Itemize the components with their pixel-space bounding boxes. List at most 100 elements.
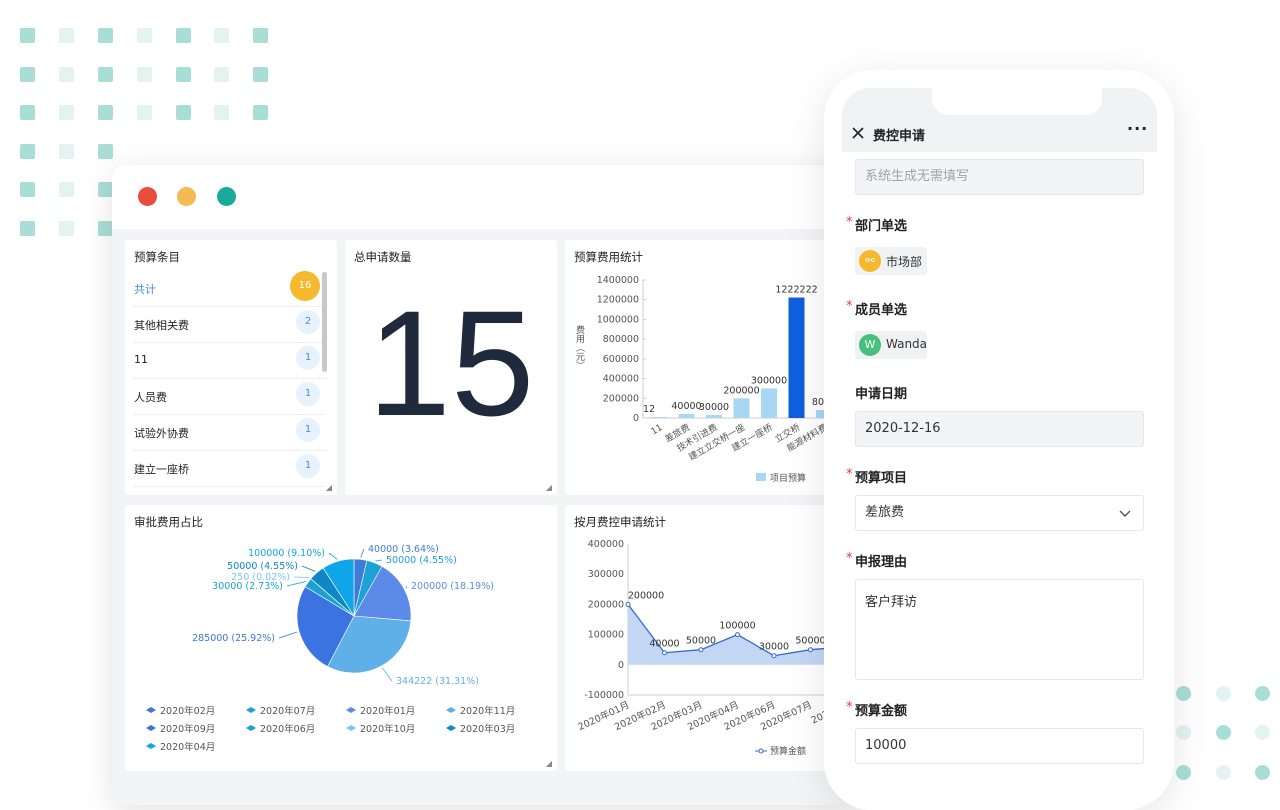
y-tick-label: 200000	[588, 599, 624, 610]
monthly-stats-card: 按月费控申请统计 4000003000002000001000000-10000…	[565, 505, 852, 771]
decorative-square	[214, 67, 229, 82]
list-item[interactable]: 试验外协费1	[133, 414, 326, 451]
legend-marker	[146, 725, 156, 731]
list-item[interactable]: 人员费 1	[133, 378, 326, 415]
resize-handle-icon[interactable]: ◢	[326, 483, 332, 492]
list-item[interactable]: 其他相关费2	[133, 306, 326, 343]
decorative-dot	[1255, 765, 1270, 780]
pie-leader-line	[382, 668, 392, 681]
y-tick-label: 100000	[588, 630, 624, 641]
amount-input[interactable]: 10000	[855, 728, 1144, 764]
y-tick-label: 400000	[588, 539, 624, 550]
y-tick-label: 0	[618, 660, 624, 671]
amount-label: *预算金额	[855, 700, 907, 719]
pie-data-label: 100000 (9.10%)	[248, 548, 325, 559]
department-icon: ⚯	[859, 250, 881, 272]
decorative-square	[98, 182, 113, 197]
monthly-stats-area-chart: 4000003000002000001000000-10000020000020…	[565, 505, 852, 771]
data-point	[663, 651, 667, 655]
decorative-square	[176, 28, 191, 43]
legend-label: 2020年02月	[160, 705, 215, 717]
list-item[interactable]: 共计 16	[133, 270, 326, 307]
count-badge: 2	[296, 310, 320, 334]
y-tick-label: 1400000	[597, 275, 639, 286]
decorative-dot	[1216, 686, 1231, 701]
legend-label: 2020年01月	[360, 705, 415, 717]
count-badge: 16	[290, 271, 320, 301]
pie-data-label: 50000 (4.55%)	[386, 555, 457, 566]
decorative-dot	[1176, 725, 1191, 740]
pie-leader-line	[406, 586, 407, 588]
count-badge: 1	[296, 382, 320, 406]
decorative-square	[214, 105, 229, 120]
project-value: 差旅费	[865, 505, 904, 520]
member-tag[interactable]: W Wanda	[855, 331, 927, 359]
serial-field[interactable]: 系统生成无需填写	[855, 159, 1144, 195]
list-scrollbar[interactable]	[322, 272, 327, 372]
more-icon[interactable]: ···	[1127, 119, 1148, 138]
decorative-square	[59, 221, 74, 236]
list-item[interactable]: 建立一座桥1	[133, 450, 326, 487]
bar-data-label: 12	[643, 404, 655, 415]
decorative-square	[253, 67, 268, 82]
data-point	[626, 602, 630, 606]
avatar: W	[859, 334, 881, 356]
close-icon[interactable]	[852, 127, 864, 139]
decorative-square	[98, 144, 113, 159]
reason-textarea[interactable]: 客户拜访	[855, 579, 1144, 680]
bar	[734, 398, 750, 418]
pie-data-label: 40000 (3.64%)	[368, 544, 439, 555]
total-requests-title: 总申请数量	[354, 249, 412, 265]
y-tick-label: -100000	[584, 690, 624, 701]
bar	[706, 415, 722, 418]
bar-data-label: 40000	[671, 401, 701, 412]
decorative-square	[20, 28, 35, 43]
decorative-square	[20, 182, 35, 197]
pie-leader-line	[361, 549, 364, 557]
dept-tag[interactable]: ⚯ 市场部	[855, 247, 927, 275]
form-title: 费控申请	[873, 125, 925, 144]
y-tick-label: 400000	[603, 374, 639, 385]
budget-items-title: 预算条目	[134, 249, 180, 265]
list-item-label: 建立一座桥	[134, 461, 189, 477]
dashboard-window: 预算条目 共计 16 其他相关费2111 人员费 1 试验外协费1建立一座桥1 ◢ 总申请…	[112, 165, 852, 805]
list-item[interactable]: 111	[133, 342, 326, 379]
resize-handle-icon[interactable]: ◢	[546, 483, 552, 492]
date-field[interactable]: 2020-12-16	[855, 411, 1144, 447]
bar-data-label: 200000	[723, 385, 759, 396]
window-titlebar	[112, 165, 852, 229]
window-maximize-button[interactable]	[217, 187, 236, 206]
legend-swatch	[756, 473, 766, 481]
point-data-label: 50000	[795, 636, 825, 647]
date-label: 申请日期	[855, 383, 907, 402]
list-item-label: 人员费	[134, 389, 167, 405]
member-value: Wanda	[886, 337, 927, 351]
legend-label: 2020年06月	[260, 723, 315, 735]
pie-data-label: 250 (0.02%)	[231, 572, 290, 583]
decorative-dot	[1176, 765, 1191, 780]
point-data-label: 30000	[759, 642, 789, 653]
y-tick-label: 1000000	[597, 314, 639, 325]
legend-label: 2020年03月	[460, 723, 515, 735]
bar	[679, 414, 695, 418]
pie-data-label: 200000 (18.19%)	[411, 581, 494, 592]
window-close-button[interactable]	[138, 187, 157, 206]
phone-notch	[932, 88, 1102, 115]
legend-label: 2020年11月	[460, 705, 515, 717]
dept-label: *部门单选	[855, 215, 907, 234]
decorative-dot	[1255, 686, 1270, 701]
legend-marker	[146, 743, 156, 749]
legend-marker	[146, 707, 156, 713]
legend-label: 2020年04月	[160, 741, 215, 753]
project-select[interactable]: 差旅费	[855, 495, 1144, 531]
resize-handle-icon[interactable]: ◢	[546, 759, 552, 768]
bar-data-label: 300000	[751, 375, 787, 386]
decorative-square	[137, 28, 152, 43]
point-data-label: 50000	[686, 636, 716, 647]
budget-stats-card: 预算费用统计 140000012000001000000800000600000…	[565, 240, 852, 495]
window-minimize-button[interactable]	[177, 187, 196, 206]
legend-marker	[446, 725, 456, 731]
list-item-label: 共计	[134, 281, 156, 297]
y-tick-label: 800000	[603, 334, 639, 345]
pie-leader-line	[329, 553, 337, 559]
